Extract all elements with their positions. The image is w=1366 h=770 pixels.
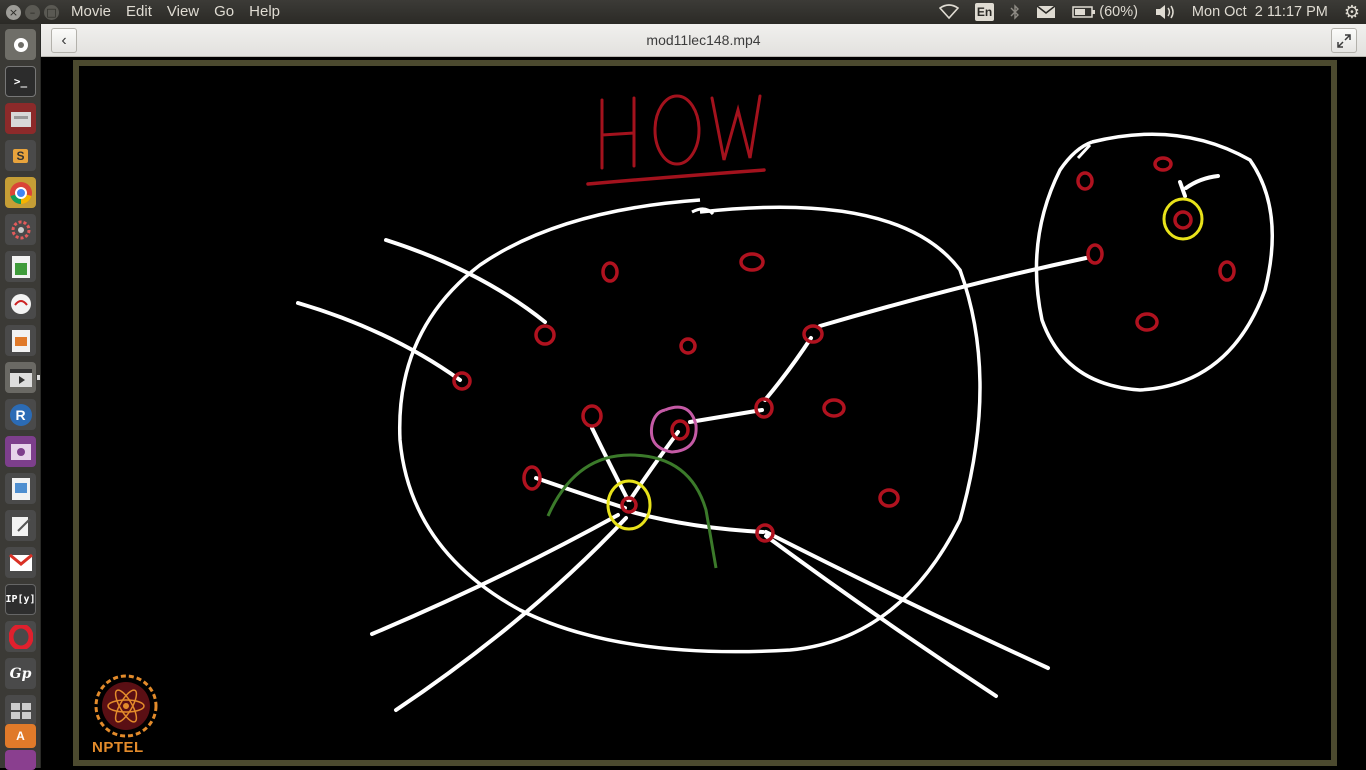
expand-icon xyxy=(1337,33,1351,48)
videos-app-icon[interactable] xyxy=(5,362,36,393)
maximize-window-button[interactable]: □ xyxy=(44,4,59,20)
mail-icon[interactable] xyxy=(1028,5,1064,19)
minimize-window-button[interactable]: – xyxy=(25,4,40,20)
launcher: >_ S R IP[y] Gp A xyxy=(0,24,41,770)
menu-movie[interactable]: Movie xyxy=(64,0,119,24)
active-app-pip xyxy=(37,375,40,380)
chrome-app-icon[interactable] xyxy=(5,177,36,208)
battery-percent: (60%) xyxy=(1099,4,1138,20)
software-center-app-icon[interactable]: A xyxy=(5,724,36,748)
settings-app-icon[interactable] xyxy=(5,214,36,245)
top-panel: × – □ Movie Edit View Go Help En (60%) M… xyxy=(0,0,1366,24)
battery-icon xyxy=(1072,6,1096,18)
terminal-app-icon[interactable]: >_ xyxy=(5,66,36,97)
screen-recorder-app-icon[interactable] xyxy=(5,436,36,467)
window-title: mod11lec148.mp4 xyxy=(646,32,761,48)
search-app-icon[interactable] xyxy=(5,29,36,60)
gnuplot-app-icon[interactable]: Gp xyxy=(5,658,36,689)
presentation-app-icon[interactable] xyxy=(5,325,36,356)
menu-help[interactable]: Help xyxy=(242,0,288,24)
ebook-reader-app-icon[interactable] xyxy=(5,288,36,319)
text-editor-app-icon[interactable] xyxy=(5,510,36,541)
indicator-area: En (60%) Mon Oct 2 11:17 PM ⚙ xyxy=(931,0,1366,24)
fullscreen-button[interactable] xyxy=(1331,28,1357,53)
document-viewer-app-icon[interactable] xyxy=(5,473,36,504)
nptel-label: NPTEL xyxy=(92,739,144,756)
menubar: Movie Edit View Go Help xyxy=(64,0,288,24)
workspaces-app-icon[interactable] xyxy=(5,695,36,726)
menu-view[interactable]: View xyxy=(160,0,207,24)
ipython-app-icon[interactable]: IP[y] xyxy=(5,584,36,615)
close-window-button[interactable]: × xyxy=(6,4,21,20)
window-controls: × – □ xyxy=(6,4,64,20)
r-app-icon[interactable]: R xyxy=(5,399,36,430)
files-app-icon[interactable] xyxy=(5,103,36,134)
bluetooth-icon[interactable] xyxy=(1002,4,1028,20)
wifi-icon[interactable] xyxy=(931,4,967,20)
documents-app-icon[interactable] xyxy=(5,750,36,770)
sublime-app-icon[interactable]: S xyxy=(5,140,36,171)
gmail-app-icon[interactable] xyxy=(5,547,36,578)
spreadsheet-app-icon[interactable] xyxy=(5,251,36,282)
gear-icon[interactable]: ⚙ xyxy=(1336,0,1366,24)
header-bar: ‹ mod11lec148.mp4 xyxy=(41,24,1366,57)
menu-go[interactable]: Go xyxy=(207,0,242,24)
battery-indicator[interactable]: (60%) xyxy=(1064,0,1146,24)
volume-icon[interactable] xyxy=(1146,4,1184,20)
opera-app-icon[interactable] xyxy=(5,621,36,652)
clock[interactable]: Mon Oct 2 11:17 PM xyxy=(1184,0,1336,24)
menu-edit[interactable]: Edit xyxy=(119,0,160,24)
keyboard-layout-indicator[interactable]: En xyxy=(967,3,1002,21)
video-frame xyxy=(73,60,1337,766)
